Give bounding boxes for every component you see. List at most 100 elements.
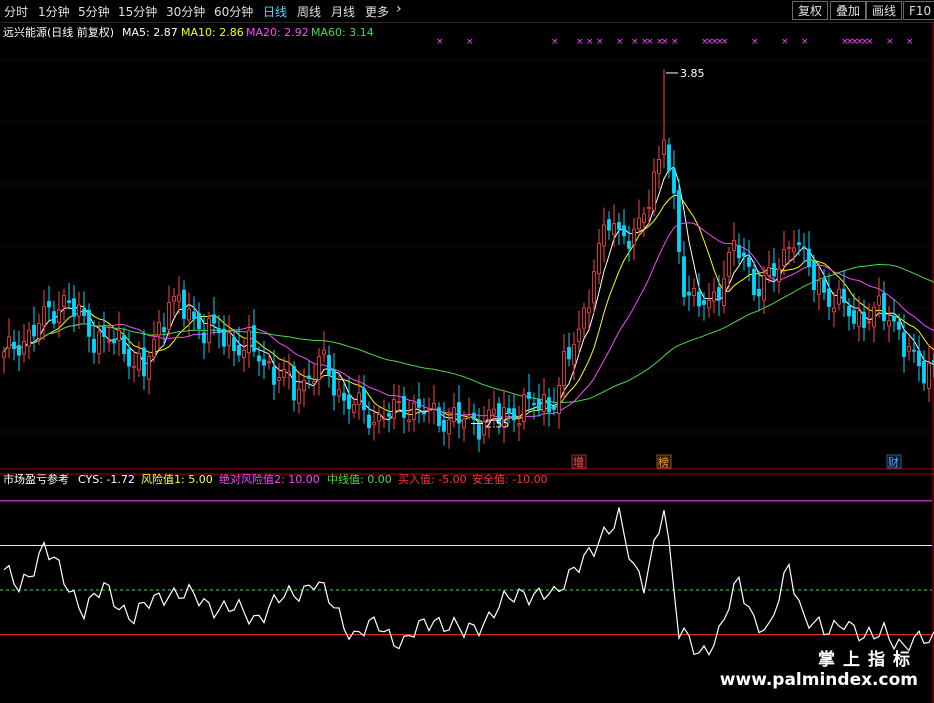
candle xyxy=(877,277,881,318)
candle xyxy=(182,280,186,328)
high-price-label: 3.85 xyxy=(680,67,705,80)
event-tag-increase[interactable]: 增 xyxy=(573,455,584,469)
event-tags: 增 榜 财 xyxy=(571,454,902,469)
overlay-button[interactable]: 叠加 xyxy=(830,1,867,20)
candle xyxy=(567,332,571,367)
candle xyxy=(422,398,426,423)
signal-marker: × xyxy=(646,37,654,47)
candle xyxy=(377,407,381,434)
candle xyxy=(187,292,191,336)
candle xyxy=(367,401,371,436)
candle xyxy=(12,329,16,361)
candle xyxy=(342,382,346,415)
signal-marker: × xyxy=(596,37,604,47)
low-price-label: 2.55 xyxy=(485,418,510,431)
candle xyxy=(117,311,121,357)
candle xyxy=(457,385,461,439)
candle xyxy=(682,241,686,306)
signal-marker: × xyxy=(886,37,894,47)
candle xyxy=(592,259,596,315)
candle xyxy=(397,385,401,413)
candle xyxy=(147,350,151,395)
candle xyxy=(752,260,756,301)
candle xyxy=(512,395,516,433)
candle xyxy=(652,158,656,217)
signal-marker: × xyxy=(631,37,639,47)
legend-buy: 买入值: -5.00 xyxy=(398,473,467,486)
candle xyxy=(792,229,796,264)
period-tab-timeshare[interactable]: 分时 xyxy=(4,3,28,20)
candle xyxy=(622,209,626,245)
candle xyxy=(417,382,421,424)
candle xyxy=(842,270,846,317)
period-tab-more[interactable]: 更多 xyxy=(365,3,389,20)
candle xyxy=(282,357,286,387)
draw-line-button[interactable]: 画线 xyxy=(866,1,903,20)
period-tab-60min[interactable]: 60分钟 xyxy=(214,3,253,20)
candle xyxy=(762,265,766,314)
candle xyxy=(867,303,871,331)
candle xyxy=(362,375,366,424)
period-tab-5min[interactable]: 5分钟 xyxy=(78,3,110,20)
candle xyxy=(657,145,661,189)
candle xyxy=(627,225,631,262)
stock-chart[interactable]: 远兴能源(日线 前复权) MA5: 2.87 MA10: 2.86 MA20: … xyxy=(0,22,934,703)
period-tab-15min[interactable]: 15分钟 xyxy=(118,3,157,20)
candle xyxy=(527,373,531,412)
signal-marker: × xyxy=(576,37,584,47)
event-tag-list[interactable]: 榜 xyxy=(658,455,669,469)
candle xyxy=(92,320,96,364)
candle xyxy=(807,231,811,277)
candle xyxy=(547,387,551,427)
candle xyxy=(767,250,771,284)
indicator-reference-lines xyxy=(0,500,932,636)
candle xyxy=(587,289,591,329)
candle xyxy=(132,351,136,383)
period-tab-1min[interactable]: 1分钟 xyxy=(38,3,70,20)
period-tab-monthly[interactable]: 月线 xyxy=(331,3,355,20)
candle xyxy=(77,291,81,330)
candle xyxy=(802,233,806,264)
candle xyxy=(687,275,691,312)
candle xyxy=(427,397,431,424)
legend-ma60: MA60: 3.14 xyxy=(311,26,374,39)
f10-button[interactable]: F10 xyxy=(903,1,934,20)
period-tab-30min[interactable]: 30分钟 xyxy=(166,3,205,20)
candle xyxy=(352,397,356,419)
candle xyxy=(257,346,261,377)
candle xyxy=(907,336,911,361)
candle xyxy=(22,324,26,363)
candle xyxy=(522,387,526,430)
watermark-name: 掌上指标 xyxy=(818,650,918,670)
candle xyxy=(707,283,711,318)
adjust-price-button[interactable]: 复权 xyxy=(792,1,829,20)
candle xyxy=(192,296,196,331)
legend-risk2: 绝对风险值2: 10.00 xyxy=(219,472,320,486)
candle xyxy=(452,392,456,428)
candle xyxy=(252,309,256,357)
signal-marker: × xyxy=(781,37,789,47)
period-tab-daily[interactable]: 日线 xyxy=(263,3,287,20)
watermark-url: www.palmindex.com xyxy=(719,670,918,690)
candle xyxy=(212,296,216,336)
candle xyxy=(7,318,11,359)
candle xyxy=(927,344,931,402)
candle xyxy=(407,401,411,432)
candle xyxy=(17,330,21,372)
period-tab-weekly[interactable]: 周线 xyxy=(297,3,321,20)
price-grid xyxy=(0,59,932,433)
signal-marker: × xyxy=(586,37,594,47)
candle xyxy=(432,384,436,425)
candle xyxy=(297,370,301,414)
candle xyxy=(322,331,326,363)
chevron-right-icon[interactable]: › xyxy=(396,1,402,17)
candle xyxy=(812,254,816,302)
candle xyxy=(152,320,156,363)
candle xyxy=(437,402,441,433)
event-tag-finance[interactable]: 财 xyxy=(888,455,899,469)
candle xyxy=(447,407,451,449)
candle xyxy=(502,389,506,444)
candle xyxy=(557,377,561,429)
candle xyxy=(742,238,746,271)
candle xyxy=(372,404,376,441)
